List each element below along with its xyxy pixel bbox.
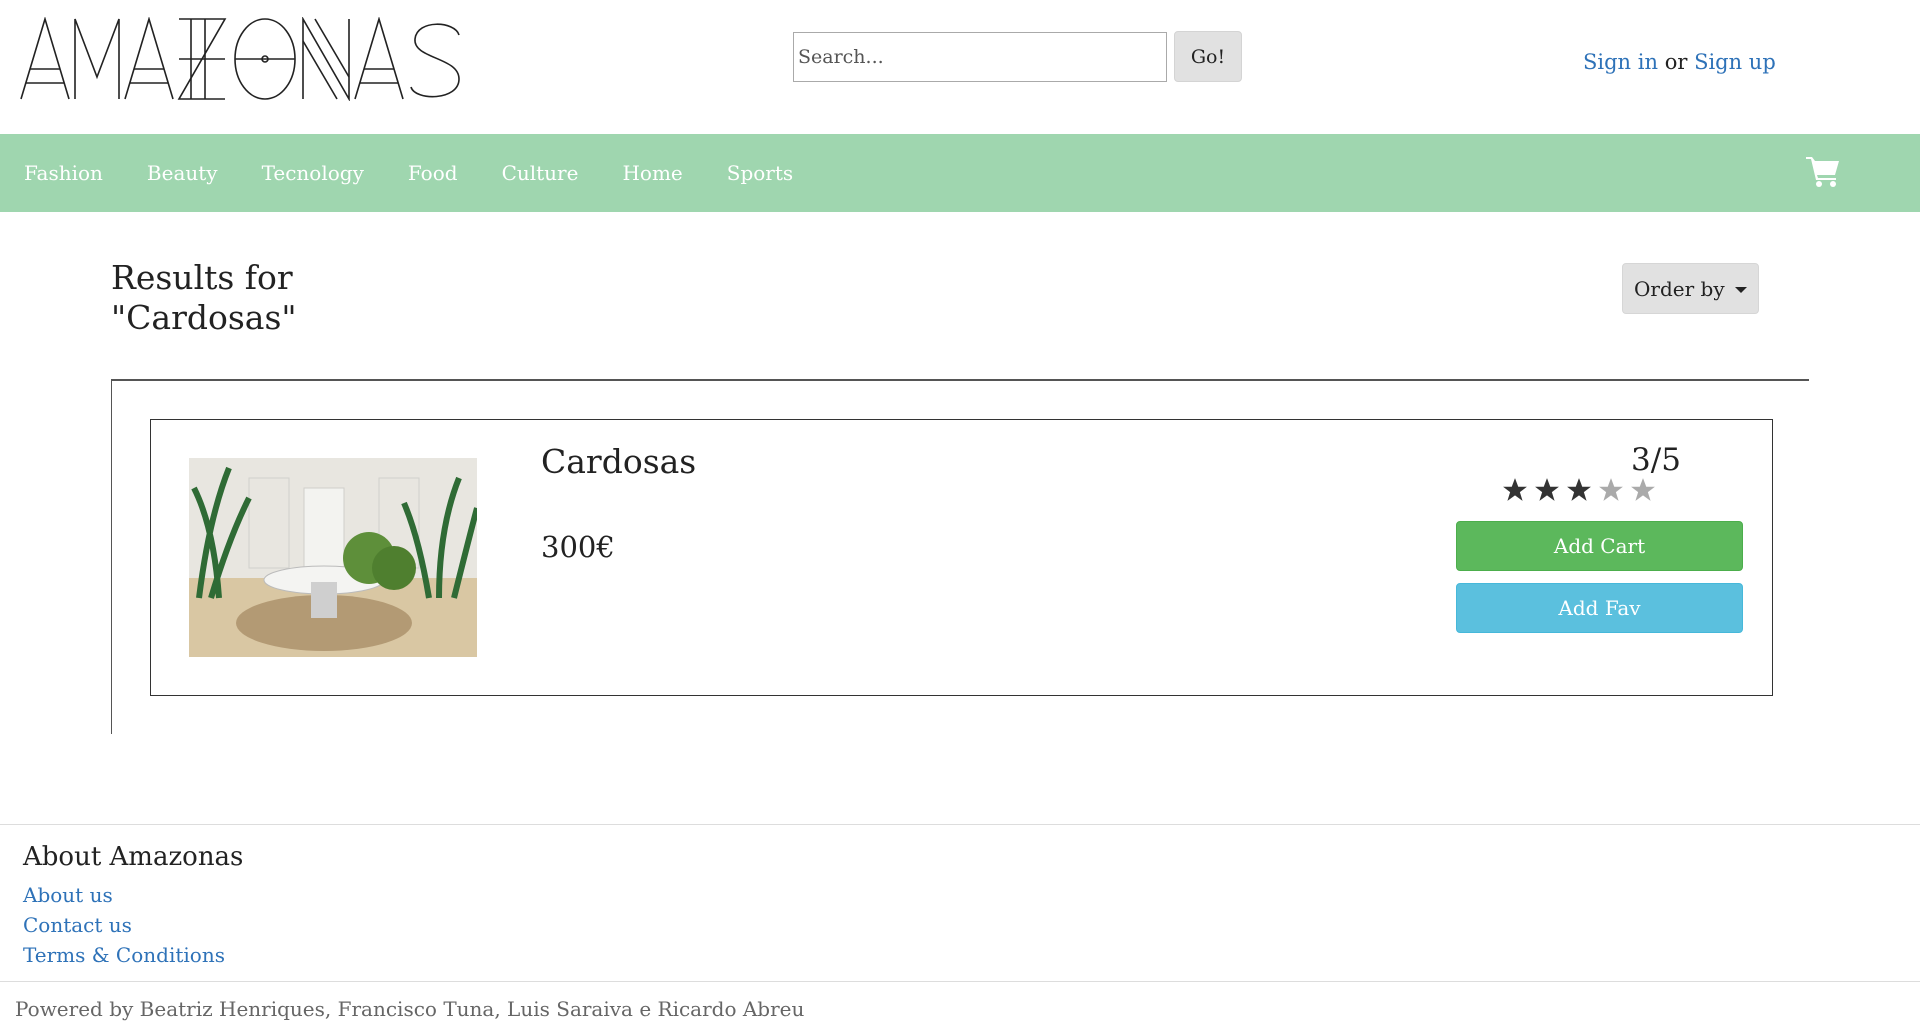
- nav-item-sports[interactable]: Sports: [727, 161, 793, 185]
- star-filled-icon: [1567, 478, 1591, 501]
- results-title: Results for "Cardosas": [111, 258, 297, 338]
- footer-divider: [0, 824, 1920, 825]
- auth-links: Sign in or Sign up: [1583, 50, 1776, 74]
- product-name[interactable]: Cardosas: [541, 442, 696, 481]
- footer-link-about-us[interactable]: About us: [23, 880, 225, 910]
- nav-item-food[interactable]: Food: [408, 161, 458, 185]
- search-go-button[interactable]: Go!: [1174, 31, 1242, 82]
- product-card: Cardosas 300€ 3/5 Add Cart Add Fav: [150, 419, 1773, 696]
- search-input[interactable]: [793, 32, 1167, 82]
- star-empty-icon: [1599, 478, 1623, 501]
- nav-item-beauty[interactable]: Beauty: [147, 161, 218, 185]
- nav-item-culture[interactable]: Culture: [502, 161, 579, 185]
- results-title-line1: Results for: [111, 258, 293, 297]
- shopping-cart-icon[interactable]: [1806, 155, 1840, 187]
- footer-heading: About Amazonas: [23, 842, 244, 872]
- nav-items: Fashion Beauty Tecnology Food Culture Ho…: [0, 134, 813, 212]
- nav-item-fashion[interactable]: Fashion: [24, 161, 103, 185]
- star-filled-icon: [1535, 478, 1559, 501]
- amazonas-logo-icon: [20, 16, 460, 102]
- add-cart-button[interactable]: Add Cart: [1456, 521, 1743, 571]
- results-title-query: "Cardosas": [111, 298, 297, 337]
- footer-link-contact-us[interactable]: Contact us: [23, 910, 225, 940]
- add-fav-button[interactable]: Add Fav: [1456, 583, 1743, 633]
- footer-divider-bottom: [0, 981, 1920, 982]
- star-empty-icon: [1631, 478, 1655, 501]
- product-price: 300€: [541, 530, 615, 564]
- order-by-dropdown[interactable]: Order by: [1622, 263, 1759, 314]
- rating-stars: [1502, 477, 1656, 503]
- footer-links: About us Contact us Terms & Conditions: [23, 880, 225, 970]
- category-navbar: Fashion Beauty Tecnology Food Culture Ho…: [0, 134, 1920, 212]
- auth-or-text: or: [1664, 50, 1688, 74]
- caret-down-icon: [1734, 287, 1747, 293]
- star-filled-icon: [1503, 478, 1527, 501]
- product-image[interactable]: [189, 458, 477, 657]
- nav-item-home[interactable]: Home: [622, 161, 682, 185]
- order-by-label: Order by: [1634, 276, 1725, 301]
- footer-link-terms[interactable]: Terms & Conditions: [23, 940, 225, 970]
- nav-item-tecnology[interactable]: Tecnology: [262, 161, 364, 185]
- product-rating-text: 3/5: [1631, 442, 1681, 478]
- logo[interactable]: [19, 16, 463, 102]
- sign-up-link[interactable]: Sign up: [1694, 50, 1776, 74]
- sign-in-link[interactable]: Sign in: [1583, 50, 1658, 74]
- powered-by-text: Powered by Beatriz Henriques, Francisco …: [15, 997, 805, 1021]
